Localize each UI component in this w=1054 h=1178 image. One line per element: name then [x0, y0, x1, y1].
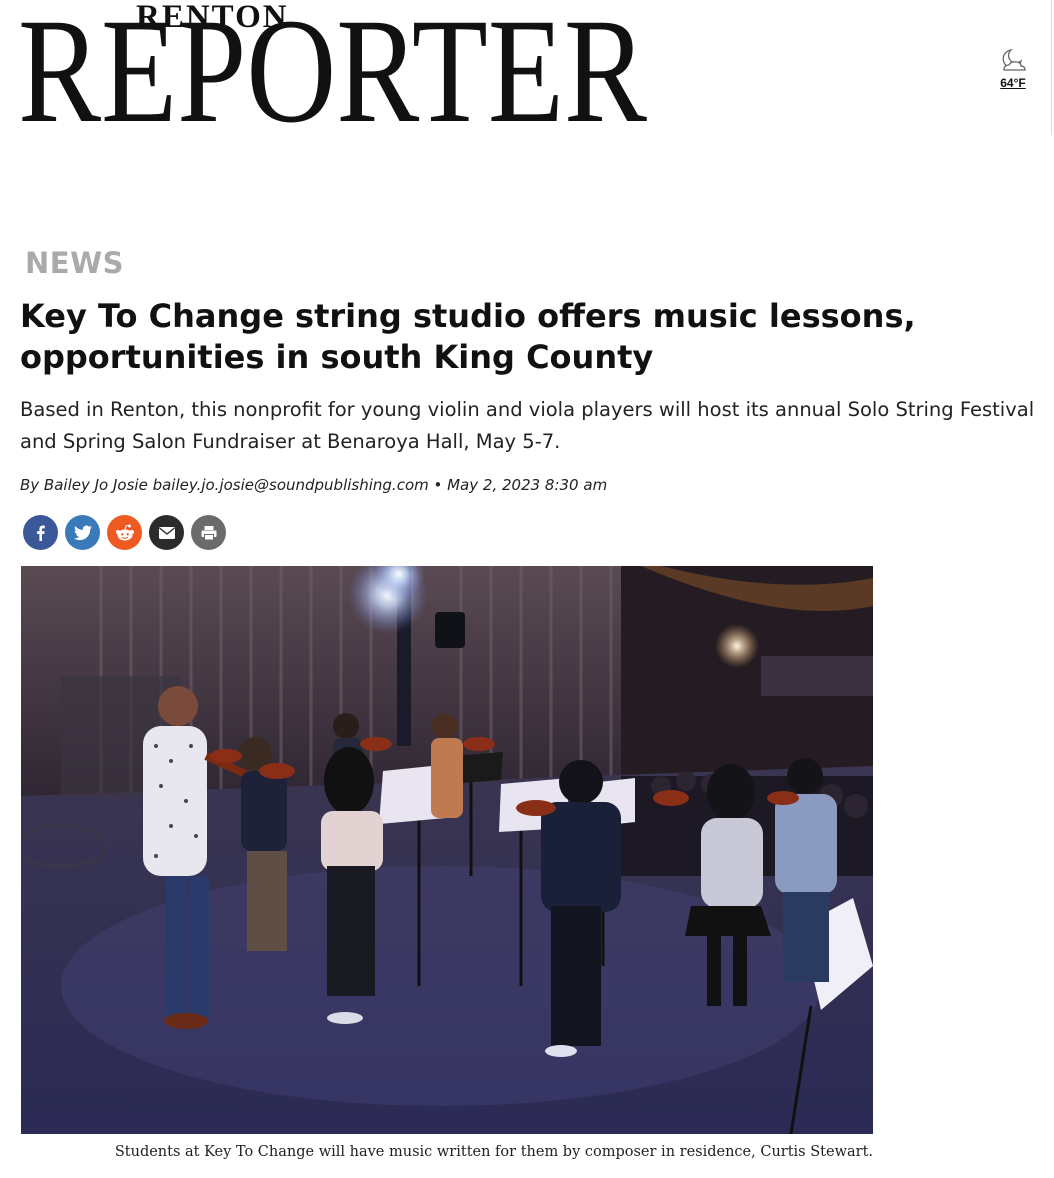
- share-email-button[interactable]: [149, 515, 184, 550]
- twitter-icon: [73, 525, 92, 540]
- article-byline: By Bailey Jo Josie bailey.jo.josie@sound…: [20, 476, 608, 494]
- share-facebook-button[interactable]: [23, 515, 58, 550]
- share-twitter-button[interactable]: [65, 515, 100, 550]
- email-icon: [158, 526, 175, 539]
- facebook-icon: [36, 525, 45, 541]
- weather-widget[interactable]: 64°F: [994, 46, 1032, 90]
- moon-cloud-icon: [1002, 49, 1026, 71]
- weather-temperature[interactable]: 64°F: [994, 76, 1032, 90]
- divider: [1051, 0, 1052, 135]
- site-logo[interactable]: RENTON REPORTER: [18, 0, 660, 154]
- reddit-icon: [115, 524, 134, 540]
- article-dek: Based in Renton, this nonprofit for youn…: [20, 398, 1035, 453]
- stage-performance-image: [21, 566, 873, 1134]
- share-bar: [23, 515, 226, 550]
- photo-caption: Students at Key To Change will have musi…: [114, 1144, 873, 1160]
- section-label[interactable]: NEWS: [25, 246, 124, 280]
- print-icon: [201, 525, 216, 540]
- share-reddit-button[interactable]: [107, 515, 142, 550]
- article-headline: Key To Change string studio offers music…: [20, 297, 916, 376]
- article-photo[interactable]: [21, 566, 873, 1134]
- logo-main-word: REPORTER: [18, 0, 647, 154]
- share-print-button[interactable]: [191, 515, 226, 550]
